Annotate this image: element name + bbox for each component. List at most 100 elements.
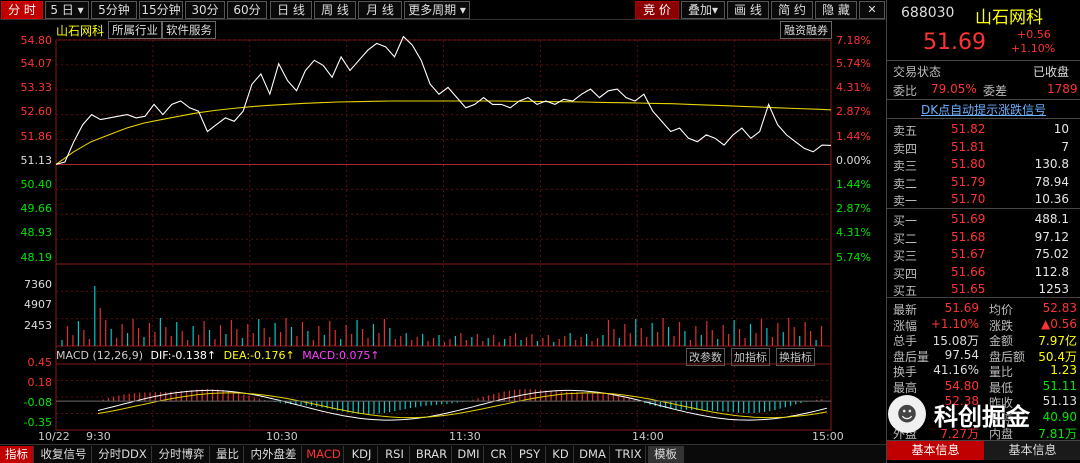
bid-label: 买三 — [893, 249, 918, 263]
tab-trix[interactable]: TRIX — [612, 446, 646, 463]
macd-tick: -0.35 — [23, 416, 52, 429]
tab-basic-info[interactable]: 基本信息 — [887, 441, 984, 460]
simple-button[interactable]: 简 约 — [771, 1, 813, 19]
tab-game[interactable]: 分时博弈 — [154, 446, 210, 463]
tab-cr[interactable]: CR — [486, 446, 512, 463]
ask-volume: 10 — [1053, 122, 1069, 136]
divider — [887, 60, 1080, 61]
price-tick: 53.33 — [20, 81, 53, 94]
bid-row[interactable]: 买三 51.67 75.02 — [887, 246, 1080, 264]
ask-row[interactable]: 卖五 51.82 10 — [887, 121, 1080, 139]
ask-row[interactable]: 卖四 51.81 7 — [887, 139, 1080, 157]
divider — [887, 99, 1080, 100]
price-tick: 49.66 — [20, 202, 53, 215]
price-change-pct: +1.10% — [1011, 42, 1056, 55]
price-tick: 48.19 — [20, 251, 53, 264]
overlay-label: 叠加 — [687, 3, 712, 17]
watermark: ☻ 科创掘金 — [888, 392, 1078, 436]
bid-row[interactable]: 买一 51.69 488.1 — [887, 211, 1080, 229]
ask-row[interactable]: 卖三 51.80 130.8 — [887, 156, 1080, 174]
stat-value: 51.69 — [944, 301, 979, 315]
ask-price: 51.82 — [951, 122, 986, 136]
ask-price: 51.80 — [951, 157, 986, 171]
tab-dmi[interactable]: DMI — [454, 446, 484, 463]
switch-indicator-button[interactable]: 换指标 — [776, 348, 815, 366]
tab-indicator[interactable]: 指标 — [0, 446, 34, 463]
bid-label: 买四 — [893, 266, 918, 281]
tab-template[interactable]: 模板 — [648, 446, 684, 463]
ask-volume: 78.94 — [1034, 174, 1069, 189]
ask-label: 卖一 — [893, 194, 918, 208]
weibi-value: 79.05% — [931, 82, 977, 96]
stat-value: 97.54 — [944, 347, 979, 362]
bid-row[interactable]: 买二 51.68 97.12 — [887, 229, 1080, 247]
status-value: 已收盘 — [1033, 65, 1070, 79]
tab-brar[interactable]: BRAR — [412, 446, 452, 463]
intraday-chart[interactable]: 山石网科 所属行业 软件服务 融资融券 54.80 54.07 53.33 52… — [0, 20, 886, 446]
status-label: 交易状态 — [893, 65, 942, 79]
time-label: 9:30 — [86, 430, 111, 443]
tab-kdj[interactable]: KDJ — [346, 446, 378, 463]
pct-tick: 1.44% — [836, 130, 871, 143]
price-tick: 50.40 — [20, 178, 53, 191]
macd-tick: -0.08 — [23, 396, 52, 409]
price-tick: 51.86 — [20, 130, 53, 143]
ask-label: 卖四 — [893, 141, 918, 156]
tab-basic-info-2[interactable]: 基本信息 — [984, 441, 1080, 460]
ask-price: 51.79 — [951, 174, 986, 189]
stat-value: 52.83 — [1042, 301, 1077, 315]
overlay-button[interactable]: 叠加▾ — [681, 1, 725, 19]
bid-row[interactable]: 买四 51.66 112.8 — [887, 264, 1080, 282]
period-tab-day[interactable]: 日 线 — [270, 1, 312, 19]
period-tab-more[interactable]: 更多周期 ▾ — [404, 1, 470, 19]
divider — [887, 118, 1080, 119]
ask-label: 卖五 — [893, 124, 918, 138]
last-price: 51.69 — [923, 30, 986, 55]
tab-kd[interactable]: KD — [548, 446, 574, 463]
tab-ddx[interactable]: 分时DDX — [94, 446, 152, 463]
period-tab-more-label: 更多周期 — [408, 3, 457, 17]
close-icon[interactable]: ✕ — [859, 1, 885, 19]
tab-recover-signal[interactable]: 收复信号 — [36, 446, 92, 463]
stat-value: 54.80 — [944, 378, 979, 393]
period-tab-5min[interactable]: 5分钟 — [91, 1, 137, 19]
macd-header: MACD (12,26,9) DIF:-0.138↑ DEA:-0.176↑ M… — [56, 349, 380, 362]
tab-dma[interactable]: DMA — [576, 446, 610, 463]
period-tab-week[interactable]: 周 线 — [314, 1, 356, 19]
dif-value: DIF:-0.138↑ — [150, 349, 217, 362]
stat-value: 51.11 — [1042, 378, 1077, 393]
auction-button[interactable]: 竞 价 — [635, 1, 679, 19]
ask-row[interactable]: 卖二 51.79 78.94 — [887, 174, 1080, 192]
draw-line-button[interactable]: 画 线 — [727, 1, 769, 19]
pct-tick: 2.87% — [836, 105, 871, 118]
price-tick: 54.80 — [20, 34, 53, 47]
stat-value: 41.16% — [933, 363, 979, 377]
watermark-text: 科创掘金 — [934, 402, 1030, 431]
price-change: +0.56 — [1017, 28, 1051, 41]
period-tab-month[interactable]: 月 线 — [358, 1, 402, 19]
period-tab-5day[interactable]: 5 日 ▾ — [45, 1, 89, 19]
tab-macd[interactable]: MACD — [304, 446, 344, 463]
bid-price: 51.68 — [951, 229, 986, 244]
period-tab-60min[interactable]: 60分钟 — [227, 1, 267, 33]
add-indicator-button[interactable]: 加指标 — [731, 348, 770, 366]
ask-row[interactable]: 卖一 51.70 10.36 — [887, 191, 1080, 209]
bid-volume: 1253 — [1038, 282, 1069, 296]
bid-price: 51.69 — [951, 212, 986, 226]
period-tab-15min[interactable]: 15分钟 — [139, 1, 183, 19]
panel-tabs: 基本信息 基本信息 — [887, 440, 1080, 460]
stock-name: 山石网科 — [975, 8, 1043, 28]
period-tab-30min[interactable]: 30分钟 — [185, 1, 225, 33]
bid-price: 51.67 — [951, 247, 986, 261]
tab-inner-outer[interactable]: 内外盘差 — [246, 446, 302, 463]
time-label: 14:00 — [632, 430, 664, 443]
change-param-button[interactable]: 改参数 — [686, 348, 725, 366]
hide-button[interactable]: 隐 藏 — [815, 1, 857, 19]
signal-link[interactable]: DK点自动提示涨跌信号 — [921, 101, 1046, 118]
period-tab-timeshare[interactable]: 分 时 — [1, 1, 43, 19]
pct-tick: 2.87% — [836, 202, 871, 215]
tab-psy[interactable]: PSY — [514, 446, 546, 463]
bid-volume: 75.02 — [1034, 247, 1069, 261]
tab-rsi[interactable]: RSI — [380, 446, 410, 463]
tab-volume-ratio[interactable]: 量比 — [212, 446, 244, 463]
